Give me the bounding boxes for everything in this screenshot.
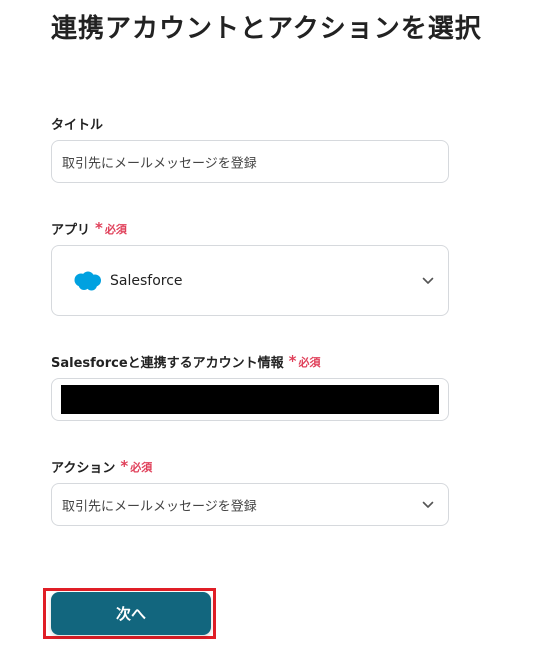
salesforce-cloud-icon <box>74 271 101 290</box>
title-input-value: 取引先にメールメッセージを登録 <box>62 156 257 171</box>
action-select-value: 取引先にメールメッセージを登録 <box>62 499 257 514</box>
account-field-label-text: Salesforceと連携するアカウント情報 <box>51 356 284 371</box>
required-badge-text: 必須 <box>298 355 321 369</box>
action-select[interactable]: 取引先にメールメッセージを登録 <box>51 483 449 526</box>
required-badge-text: 必須 <box>104 222 127 236</box>
title-field-label-text: タイトル <box>51 118 104 133</box>
app-field-label-text: アプリ <box>51 223 91 238</box>
app-field-label: アプリ * 必須 <box>51 219 127 239</box>
chevron-down-icon <box>422 277 434 284</box>
account-field-label: Salesforceと連携するアカウント情報 * 必須 <box>51 352 321 372</box>
action-field-label: アクション * 必須 <box>51 457 153 477</box>
account-input[interactable] <box>51 378 449 421</box>
required-badge: * 必須 <box>288 352 321 370</box>
title-field-label: タイトル <box>51 114 103 133</box>
app-select[interactable]: Salesforce <box>51 245 449 316</box>
title-input[interactable]: 取引先にメールメッセージを登録 <box>51 140 449 183</box>
next-button[interactable]: 次へ <box>51 592 211 635</box>
page-title: 連携アカウントとアクションを選択 <box>51 14 482 44</box>
required-badge: * 必須 <box>120 457 153 475</box>
action-field-label-text: アクション <box>51 461 116 476</box>
required-badge: * 必須 <box>95 219 127 237</box>
chevron-down-icon <box>422 501 434 508</box>
selected-app-name: Salesforce <box>110 272 183 289</box>
required-badge-text: 必須 <box>130 460 153 474</box>
redacted-account-value <box>61 385 439 414</box>
